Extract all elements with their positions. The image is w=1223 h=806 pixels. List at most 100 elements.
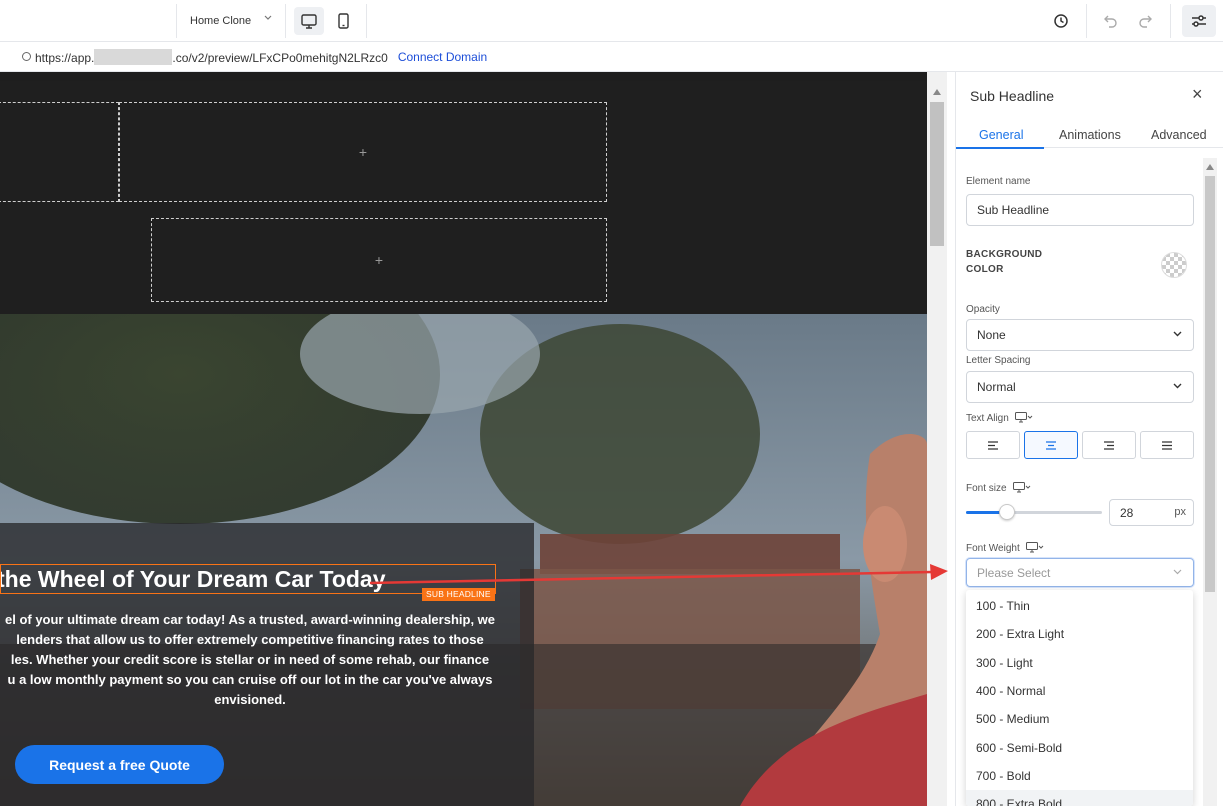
align-left-button[interactable] [966, 431, 1020, 459]
toolbar-divider [285, 4, 286, 38]
tab-general[interactable]: General [979, 128, 1023, 142]
align-center-button[interactable] [1024, 431, 1078, 459]
tab-advanced[interactable]: Advanced [1151, 128, 1207, 142]
preview-url[interactable]: https://app. .co/v2/preview/LFxCPo0mehitg… [35, 48, 388, 65]
empty-row[interactable]: + [151, 218, 607, 302]
font-weight-placeholder: Please Select [977, 565, 1051, 580]
mobile-icon [337, 13, 349, 29]
align-center-icon [1046, 440, 1056, 450]
redo-icon [1139, 15, 1152, 28]
panel-title: Sub Headline [970, 88, 1055, 104]
status-dot-icon [22, 52, 31, 61]
text-align-label-text: Text Align [966, 413, 1009, 424]
toolbar-divider [1170, 4, 1171, 38]
font-weight-option[interactable]: 800 - Extra Bold [966, 790, 1193, 806]
font-weight-option[interactable]: 500 - Medium [966, 705, 1193, 733]
canvas-scrollbar[interactable] [927, 72, 947, 806]
font-size-label-text: Font size [966, 483, 1007, 494]
empty-column[interactable] [0, 102, 119, 202]
align-right-button[interactable] [1082, 431, 1136, 459]
opacity-select[interactable]: None [966, 319, 1194, 351]
page-select-dropdown[interactable]: Home Clone [182, 4, 284, 38]
align-justify-button[interactable] [1140, 431, 1194, 459]
settings-button[interactable] [1182, 5, 1216, 37]
font-weight-option[interactable]: 300 - Light [966, 649, 1193, 677]
desktop-view-button[interactable] [294, 7, 324, 35]
paragraph-line: envisioned. [214, 692, 286, 707]
font-size-label: Font size [966, 482, 1031, 496]
add-element-icon[interactable]: + [375, 252, 383, 268]
undo-icon [1104, 15, 1117, 28]
close-icon[interactable]: × [1192, 85, 1203, 103]
font-weight-option[interactable]: 100 - Thin [966, 592, 1193, 620]
align-justify-icon [1162, 440, 1172, 450]
font-weight-select[interactable]: Please Select [966, 558, 1194, 587]
dark-section: + + [0, 81, 927, 314]
chevron-down-icon [1172, 380, 1183, 394]
font-weight-label-text: Font Weight [966, 543, 1020, 554]
url-suffix: .co/v2/preview/LFxCPo0mehitgN2LRzc0 [172, 50, 388, 65]
toolbar-divider [176, 4, 177, 38]
history-icon [1054, 14, 1068, 28]
mobile-view-button[interactable] [328, 7, 358, 35]
sub-headline-text[interactable]: the Wheel of Your Dream Car Today [1, 565, 386, 593]
letter-spacing-select[interactable]: Normal [966, 371, 1194, 403]
font-size-slider[interactable] [966, 511, 1102, 514]
transparent-color-swatch[interactable] [1161, 252, 1187, 278]
redo-button[interactable] [1132, 8, 1158, 34]
empty-column[interactable]: + [119, 102, 607, 202]
font-size-slider-handle[interactable] [998, 504, 1015, 520]
font-size-value: 28 [1120, 505, 1134, 520]
desktop-device-toggle-icon[interactable] [1012, 482, 1031, 496]
scrollbar-thumb[interactable] [930, 102, 944, 246]
element-name-input[interactable]: Sub Headline [966, 194, 1194, 226]
element-type-badge: SUB HEADLINE [422, 588, 495, 601]
paragraph-line: lenders that allow us to offer extremely… [16, 632, 484, 647]
label-line: BACKGROUND [966, 249, 1043, 260]
font-size-input[interactable]: 28 px [1109, 499, 1194, 526]
editor-canvas: + + the Wheel of Your Dream Car Today SU… [0, 72, 927, 806]
request-quote-button[interactable]: Request a free Quote [15, 745, 224, 784]
scroll-up-icon[interactable] [1206, 164, 1214, 170]
toolbar-divider [1086, 4, 1087, 38]
tab-animations[interactable]: Animations [1059, 128, 1121, 142]
element-name-value: Sub Headline [977, 203, 1050, 217]
add-element-icon[interactable]: + [359, 144, 367, 160]
opacity-value: None [977, 328, 1006, 342]
chevron-down-icon [1172, 566, 1183, 580]
desktop-device-toggle-icon[interactable] [1025, 542, 1044, 556]
label-line: COLOR [966, 264, 1004, 275]
opacity-label: Opacity [966, 304, 1000, 315]
text-align-group [966, 431, 1194, 459]
page-select-value: Home Clone [190, 15, 252, 27]
history-button[interactable] [1048, 8, 1074, 34]
toolbar-divider [366, 4, 367, 38]
element-name-label: Element name [966, 176, 1031, 187]
font-weight-option[interactable]: 600 - Semi-Bold [966, 734, 1193, 762]
preview-url-bar: https://app. .co/v2/preview/LFxCPo0mehitg… [0, 42, 1223, 72]
chevron-down-icon [264, 13, 272, 24]
panel-tabs: General Animations Advanced [956, 120, 1223, 149]
paragraph-line: el of your ultimate dream car today! As … [4, 612, 496, 627]
paragraph-line: les. Whether your credit score is stella… [10, 652, 490, 667]
scrollbar-thumb[interactable] [1205, 176, 1215, 592]
font-size-unit[interactable]: px [1174, 506, 1186, 518]
align-left-icon [988, 440, 998, 450]
letter-spacing-label: Letter Spacing [966, 355, 1031, 366]
redacted-domain [94, 48, 173, 65]
url-prefix: https://app. [35, 50, 95, 65]
font-weight-option[interactable]: 400 - Normal [966, 677, 1193, 705]
letter-spacing-value: Normal [977, 380, 1016, 394]
paragraph-line: u a low monthly payment so you can cruis… [7, 672, 493, 687]
scroll-up-icon[interactable] [933, 89, 941, 95]
font-weight-option[interactable]: 200 - Extra Light [966, 620, 1193, 648]
font-weight-option[interactable]: 700 - Bold [966, 762, 1193, 790]
element-settings-panel: Sub Headline × General Animations Advanc… [955, 72, 1223, 806]
desktop-device-toggle-icon[interactable] [1014, 412, 1033, 426]
hero-paragraph[interactable]: el of your ultimate dream car today! As … [0, 610, 500, 710]
panel-scrollbar[interactable] [1203, 158, 1217, 806]
undo-button[interactable] [1098, 8, 1124, 34]
font-weight-label: Font Weight [966, 542, 1044, 556]
connect-domain-link[interactable]: Connect Domain [398, 50, 487, 64]
settings-sliders-icon [1192, 15, 1206, 27]
